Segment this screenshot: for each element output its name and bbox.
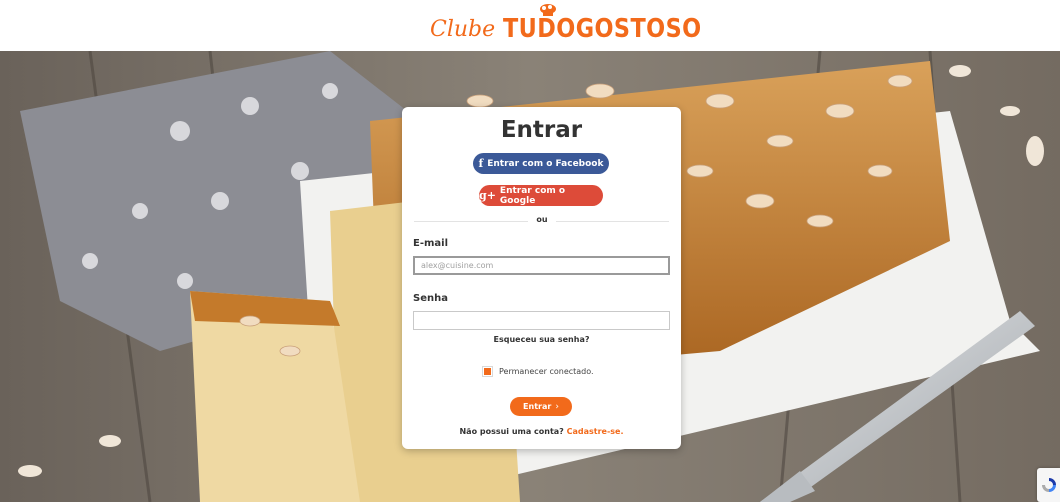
remember-me-toggle[interactable]: Permanecer conectado. [482,366,594,377]
facebook-login-label: Entrar com o Facebook [487,158,604,169]
chevron-right-icon: › [555,401,559,412]
checkbox-checked-icon [484,368,491,375]
facebook-login-button[interactable]: f Entrar com o Facebook [473,153,609,174]
password-label: Senha [413,293,448,304]
signup-link[interactable]: Cadastre-se. [567,427,624,436]
site-logo[interactable]: Clube TUDOGOSTOSO [430,9,734,43]
site-header: Clube TUDOGOSTOSO [0,0,1060,51]
remember-me-label: Permanecer conectado. [499,367,594,376]
google-login-button[interactable]: g+ Entrar com o Google [479,185,603,206]
no-account-text: Não possui uma conta? [459,427,564,436]
divider-text: ou [528,215,556,224]
remember-me-checkbox[interactable] [482,366,493,377]
forgot-password-link[interactable]: Esqueceu sua senha? [402,335,681,344]
facebook-icon: f [478,157,484,170]
submit-label: Entrar [523,402,552,411]
chef-hat-icon [540,4,556,16]
login-card: Entrar f Entrar com o Facebook g+ Entrar… [402,107,681,449]
logo-brand-text: TUDOGOSTOSO [503,14,702,44]
email-label: E-mail [413,238,449,249]
signup-prompt: Não possui uma conta? Cadastre-se. [402,427,681,436]
recaptcha-badge[interactable] [1037,468,1060,502]
submit-button[interactable]: Entrar › [510,397,572,416]
login-page: Clube TUDOGOSTOSO Entrar f Entrar com o … [0,0,1060,502]
email-field[interactable] [413,256,670,275]
google-plus-icon: g+ [479,189,496,202]
password-field[interactable] [413,311,670,330]
google-login-label: Entrar com o Google [499,185,566,206]
logo-script-text: Clube [430,17,496,42]
login-title: Entrar [500,117,583,143]
recaptcha-icon [1041,478,1056,492]
